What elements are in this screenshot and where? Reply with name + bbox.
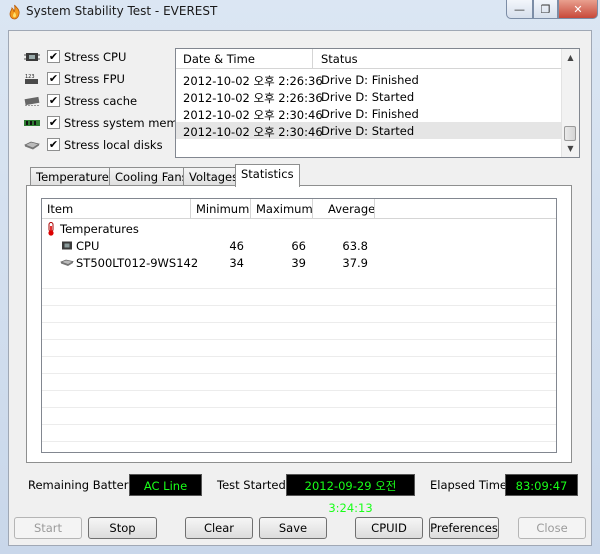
row-maximum: 39 xyxy=(291,256,306,270)
hard-disk-icon xyxy=(60,259,74,266)
column-maximum[interactable]: Maximum xyxy=(256,202,313,216)
test-started-label: Test Started: xyxy=(217,478,290,492)
grid-line xyxy=(42,322,556,323)
elapsed-time-label: Elapsed Time: xyxy=(430,478,511,492)
fpu-icon: 123 xyxy=(25,74,38,84)
battery-label: Remaining Battery: xyxy=(28,478,139,492)
grid-line xyxy=(42,424,556,425)
log-row[interactable]: 2012-10-02 오후 2:26:36 Drive D: Finished xyxy=(176,71,564,88)
cpu-chip-icon xyxy=(62,241,72,250)
log-status: Drive D: Finished xyxy=(321,73,419,87)
row-item: ST500LT012-9WS142 xyxy=(76,256,199,270)
row-minimum: 46 xyxy=(229,239,244,253)
log-column-datetime[interactable]: Date & Time xyxy=(183,52,255,66)
stress-memory-checkbox[interactable]: ✔ xyxy=(47,116,60,129)
tab-statistics[interactable]: Statistics xyxy=(235,164,300,187)
clear-button[interactable]: Clear xyxy=(185,517,253,539)
statistics-table[interactable]: Item Minimum Maximum Average Temperature… xyxy=(41,198,557,453)
row-minimum: 34 xyxy=(229,256,244,270)
row-maximum: 66 xyxy=(291,239,306,253)
memory-module-icon xyxy=(24,120,40,126)
log-datetime: 2012-10-02 오후 2:30:46 xyxy=(183,125,323,139)
minimize-icon: — xyxy=(514,2,525,16)
minimize-button[interactable]: — xyxy=(506,0,533,19)
title-bar[interactable]: System Stability Test - EVEREST — ❐ ✕ xyxy=(0,0,600,24)
log-status: Drive D: Started xyxy=(321,124,415,138)
grid-line xyxy=(42,305,556,306)
log-datetime: 2012-10-02 오후 2:26:36 xyxy=(183,91,323,105)
statistics-row[interactable]: CPU 46 66 63.8 xyxy=(42,238,556,255)
column-divider xyxy=(250,199,251,218)
column-divider xyxy=(374,199,375,218)
test-started-display: 2012-09-29 오전 3:24:13 xyxy=(286,474,415,515)
statistics-group-row[interactable]: Temperatures xyxy=(42,221,556,238)
row-item: CPU xyxy=(76,239,100,253)
scroll-thumb[interactable] xyxy=(564,126,576,141)
battery-display: AC Line xyxy=(129,474,202,496)
grid-line xyxy=(42,339,556,340)
log-column-status[interactable]: Status xyxy=(321,52,358,66)
column-item[interactable]: Item xyxy=(47,202,73,216)
stress-disks-checkbox[interactable]: ✔ xyxy=(47,138,60,151)
column-divider xyxy=(190,199,191,218)
event-log-list[interactable]: Date & Time Status 2012-10-02 오후 2:26:36… xyxy=(175,48,580,158)
grid-line xyxy=(42,441,556,442)
log-row-selected[interactable]: 2012-10-02 오후 2:30:46 Drive D: Started xyxy=(176,122,564,139)
statistics-panel: Item Minimum Maximum Average Temperature… xyxy=(26,185,572,463)
tab-temperatures[interactable]: Temperatures xyxy=(30,167,121,186)
stop-button[interactable]: Stop xyxy=(88,517,157,539)
statistics-row[interactable]: ST500LT012-9WS142 34 39 37.9 xyxy=(42,255,556,272)
close-button[interactable]: Close xyxy=(518,517,586,539)
tab-cooling-fans[interactable]: Cooling Fans xyxy=(109,167,194,186)
row-average: 37.9 xyxy=(342,256,368,270)
client-area: ✔ Stress CPU 123 ✔ Stress FPU ✔ Stress c… xyxy=(8,30,592,546)
log-status: Drive D: Started xyxy=(321,90,415,104)
stress-fpu-checkbox[interactable]: ✔ xyxy=(47,72,60,85)
cpu-chip-icon xyxy=(24,53,40,61)
stress-cpu-label: Stress CPU xyxy=(64,50,127,64)
stress-cache-label: Stress cache xyxy=(64,94,138,108)
column-divider xyxy=(312,49,313,68)
column-minimum[interactable]: Minimum xyxy=(196,202,249,216)
scroll-up-icon[interactable]: ▲ xyxy=(562,49,579,66)
grid-line xyxy=(42,373,556,374)
log-row[interactable]: 2012-10-02 오후 2:30:46 Drive D: Finished xyxy=(176,105,564,122)
grid-line xyxy=(42,407,556,408)
group-label: Temperatures xyxy=(60,222,139,236)
statistics-header: Item Minimum Maximum Average xyxy=(42,199,556,219)
stress-cpu-checkbox[interactable]: ✔ xyxy=(47,50,60,63)
grid-line xyxy=(42,356,556,357)
window-title: System Stability Test - EVEREST xyxy=(26,4,218,18)
hard-disk-icon xyxy=(24,141,40,150)
log-header: Date & Time Status xyxy=(176,49,564,69)
log-row[interactable]: 2012-10-02 오후 2:26:36 Drive D: Started xyxy=(176,88,564,105)
row-average: 63.8 xyxy=(342,239,368,253)
log-status: Drive D: Finished xyxy=(321,107,419,121)
column-divider xyxy=(312,199,313,218)
everest-flame-icon xyxy=(9,4,20,20)
cpuid-button[interactable]: CPUID xyxy=(355,517,423,539)
stress-cache-checkbox[interactable]: ✔ xyxy=(47,94,60,107)
column-average[interactable]: Average xyxy=(328,202,375,216)
maximize-icon: ❐ xyxy=(540,2,551,16)
elapsed-time-display: 83:09:47 xyxy=(505,474,578,496)
grid-line xyxy=(42,288,556,289)
stress-disks-label: Stress local disks xyxy=(64,138,163,152)
thermometer-icon xyxy=(48,222,54,236)
window-close-button[interactable]: ✕ xyxy=(558,0,598,19)
log-vertical-scrollbar[interactable]: ▲ ▼ xyxy=(561,49,579,157)
scroll-down-icon[interactable]: ▼ xyxy=(562,140,579,157)
maximize-button[interactable]: ❐ xyxy=(533,0,558,19)
start-button[interactable]: Start xyxy=(14,517,82,539)
grid-line xyxy=(42,390,556,391)
preferences-button[interactable]: Preferences xyxy=(429,517,499,539)
close-icon: ✕ xyxy=(573,2,583,16)
stress-fpu-label: Stress FPU xyxy=(64,72,125,86)
save-button[interactable]: Save xyxy=(259,517,327,539)
log-datetime: 2012-10-02 오후 2:26:36 xyxy=(183,74,323,88)
log-datetime: 2012-10-02 오후 2:30:46 xyxy=(183,108,323,122)
stability-test-window: System Stability Test - EVEREST — ❐ ✕ ✔ … xyxy=(0,0,600,554)
cache-chip-icon xyxy=(24,96,40,106)
